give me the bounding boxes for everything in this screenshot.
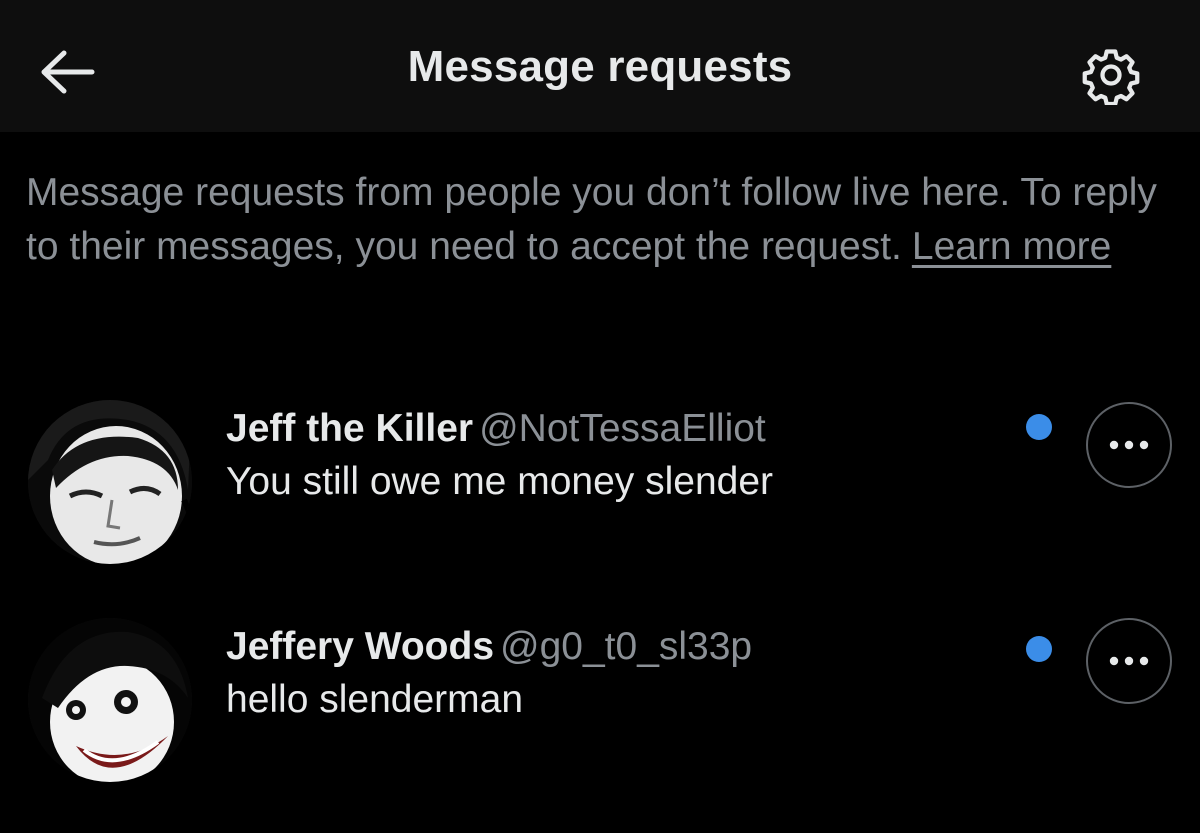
message-preview: hello slenderman <box>226 678 524 721</box>
learn-more-link[interactable]: Learn more <box>912 225 1111 268</box>
sender-name: Jeffery Woods <box>226 625 495 668</box>
intro-text: Message requests from people you don’t f… <box>26 166 1176 274</box>
sender-line: Jeff the Killer @NotTessaElliot <box>226 404 773 454</box>
more-horizontal-icon <box>1109 656 1149 666</box>
unread-indicator <box>1026 636 1052 662</box>
more-options-button[interactable] <box>1086 618 1172 704</box>
request-row[interactable]: Jeff the Killer @NotTessaElliot You still… <box>0 396 1200 586</box>
more-options-button[interactable] <box>1086 402 1172 488</box>
request-content: Jeffery Woods @g0_t0_sl33p hello slenderm… <box>226 622 752 728</box>
request-row[interactable]: Jeffery Woods @g0_t0_sl33p hello slenderm… <box>0 612 1200 802</box>
unread-indicator <box>1026 414 1052 440</box>
sender-handle: @NotTessaElliot <box>479 407 766 450</box>
message-preview: You still owe me money slender <box>226 460 774 503</box>
gear-icon <box>1082 49 1140 105</box>
sender-name: Jeff the Killer <box>226 407 474 450</box>
request-content: Jeff the Killer @NotTessaElliot You still… <box>226 404 773 510</box>
sender-line: Jeffery Woods @g0_t0_sl33p <box>226 622 752 672</box>
top-bar: Message requests <box>0 0 1200 132</box>
page-title: Message requests <box>407 42 793 91</box>
avatar[interactable] <box>28 618 192 782</box>
sender-handle: @g0_t0_sl33p <box>500 625 753 668</box>
settings-button[interactable] <box>1078 42 1144 108</box>
more-horizontal-icon <box>1109 440 1149 450</box>
avatar[interactable] <box>28 400 192 564</box>
